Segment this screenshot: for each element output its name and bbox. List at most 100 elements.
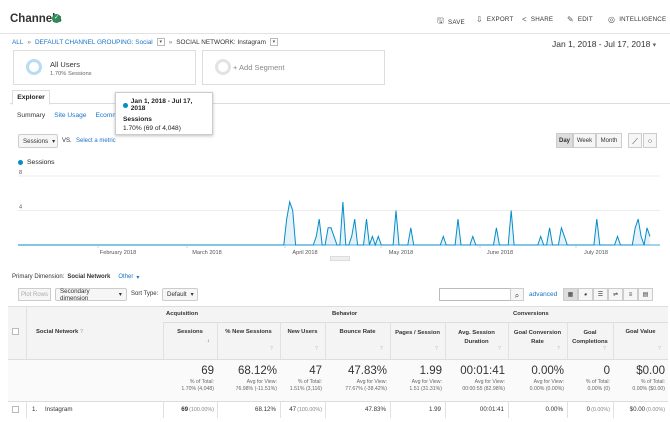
tooltip-dot-icon [123,102,128,108]
help-icon: ? [498,346,501,352]
table-search-input[interactable] [439,288,511,301]
chart-resize-handle[interactable] [330,256,350,261]
add-segment-button[interactable]: + Add Segment [202,50,385,85]
other-chevron-icon: ▾ [136,275,140,281]
cell-value: 47.83% [365,406,386,413]
cell-value: 69 [181,406,189,413]
row-cell: 00:01:41 [448,406,505,413]
chart-legend: Sessions [18,159,55,166]
network-dropdown-icon[interactable]: ▾ [269,38,278,46]
primary-dimension-label: Primary Dimension: [12,274,65,280]
x-tick-label: May 2018 [389,250,414,256]
summary-caption: Avg for View: [246,379,277,385]
column-header-pages-per-session[interactable]: Pages / Session [393,329,442,338]
row-checkbox[interactable] [12,406,19,413]
edit-icon: ✎ [567,15,574,24]
subtab-summary[interactable]: Summary [17,112,45,119]
date-range-picker[interactable]: Jan 1, 2018 - Jul 17, 2018 ▾ [552,39,656,49]
comparison-icon[interactable]: ⇌ [608,288,623,301]
column-header-sessions[interactable]: Sessions [166,328,214,337]
granularity-week-button[interactable]: Week [573,133,596,148]
summary-caption: % of Total: [297,379,322,385]
dimension-header[interactable]: Social Network ? [36,329,83,335]
granularity-day-button[interactable]: Day [556,133,573,148]
primary-dimension-value: Social Network [67,274,111,280]
save-button[interactable]: 🖫 SAVE [437,15,465,29]
summary-detail: 0.00% (0) [587,386,611,392]
grouping-dropdown-icon[interactable]: ▾ [156,38,165,46]
segment-all-users[interactable]: All Users 1.70% Sessions [13,50,196,85]
share-icon: < [522,15,527,24]
help-icon: ? [603,346,606,352]
motion-chart-icon[interactable]: ⁘ [643,133,657,148]
action-label: EXPORT [486,16,514,23]
column-header-goal-value[interactable]: Goal Value [616,328,665,337]
cell-value: 47 [289,406,297,413]
date-range-label: Jan 1, 2018 - Jul 17, 2018 [552,39,651,49]
summary-caption: Avg for View: [474,379,505,385]
plot-rows-button[interactable]: Plot Rows [18,288,51,301]
cell-value: 0.00% [545,406,563,413]
summary-value: 47.83% [347,365,387,377]
cell-value: 1.99 [428,406,441,413]
column-header-bounce-rate[interactable]: Bounce Rate [328,328,387,337]
table-view-toggles: ▦ ◕ ☰ ⇌ ≡ ▤ [563,288,653,301]
chevron-down-icon: ▾ [190,291,194,298]
row-cell: 0.00% [511,406,564,413]
metric-select[interactable]: Sessions ▾ [18,134,58,148]
tab-bar [10,90,670,104]
row-cell: 0(0.00%) [570,406,610,413]
column-header-goal-conversion-rate[interactable]: Goal Conversion Rate [511,329,564,347]
x-tick-label: March 2018 [192,250,222,256]
search-icon[interactable]: ⌕ [510,288,524,301]
metric-select-label: Sessions [23,137,49,145]
sort-type-select[interactable]: Default ▾ [162,288,198,301]
dimension-header-label: Social Network [36,329,79,335]
summary-caption: Avg for View: [533,379,564,385]
edit-button[interactable]: ✎ EDIT [567,15,593,24]
share-button[interactable]: < SHARE [522,15,553,24]
other-dimension-link[interactable]: Other [118,274,133,281]
line-chart-icon[interactable]: ⟋ [628,133,642,148]
breadcrumb-grouping[interactable]: DEFAULT CHANNEL GROUPING: Social [35,39,153,46]
pivot-icon[interactable]: ▤ [638,288,653,301]
cell-percent: (0.00%) [591,407,610,413]
column-header-pct-new-sessions[interactable]: % New Sessions [220,328,277,337]
column-header-new-users[interactable]: New Users [283,328,322,337]
breadcrumb-all[interactable]: ALL [12,39,23,46]
action-label: SAVE [448,18,465,26]
subtab-site-usage[interactable]: Site Usage [54,112,86,119]
export-button[interactable]: ⇩ EXPORT [476,15,513,24]
column-header-avg-session-duration[interactable]: Avg. Session Duration [448,329,505,347]
group-conversions: Conversions [513,311,549,317]
granularity-month-button[interactable]: Month [596,133,622,148]
explorer-subtabs: Summary Site Usage Ecomm [17,112,118,119]
export-icon: ⇩ [476,15,483,24]
summary-caption: Avg for View: [356,379,387,385]
row-cell: $0.00(0.00%) [616,406,665,413]
select-metric-link[interactable]: Select a metric [76,138,116,144]
summary-detail: 0.00% (0.00%) [529,386,564,392]
tab-explorer[interactable]: Explorer [12,90,50,105]
x-tick-label: June 2018 [487,250,513,256]
sort-type-value: Default [167,291,187,298]
advanced-filter-link[interactable]: advanced [529,291,557,298]
data-table-icon[interactable]: ▦ [563,288,578,301]
secondary-dimension-select[interactable]: Secondary dimension ▾ [55,288,127,302]
intelligence-button[interactable]: ◎ INTELLIGENCE [608,15,666,24]
summary-detail: 1.70% (4,048) [181,386,214,392]
y-tick-label: 8 [19,170,22,176]
summary-caption: Avg for View: [411,379,442,385]
row-index: 1. [32,406,38,413]
help-icon: ? [557,346,560,352]
pie-chart-icon[interactable]: ◕ [578,288,593,301]
term-cloud-icon[interactable]: ≡ [623,288,638,301]
performance-icon[interactable]: ☰ [593,288,608,301]
action-label: EDIT [577,16,593,23]
column-header-goal-completions[interactable]: Goal Completions [570,329,610,347]
cell-percent: (100.00%) [189,407,214,413]
row-dimension-link[interactable]: Instagram [45,406,73,413]
select-all-checkbox[interactable] [12,328,19,335]
action-label: SHARE [530,16,554,23]
summary-caption: % of Total: [189,379,214,385]
